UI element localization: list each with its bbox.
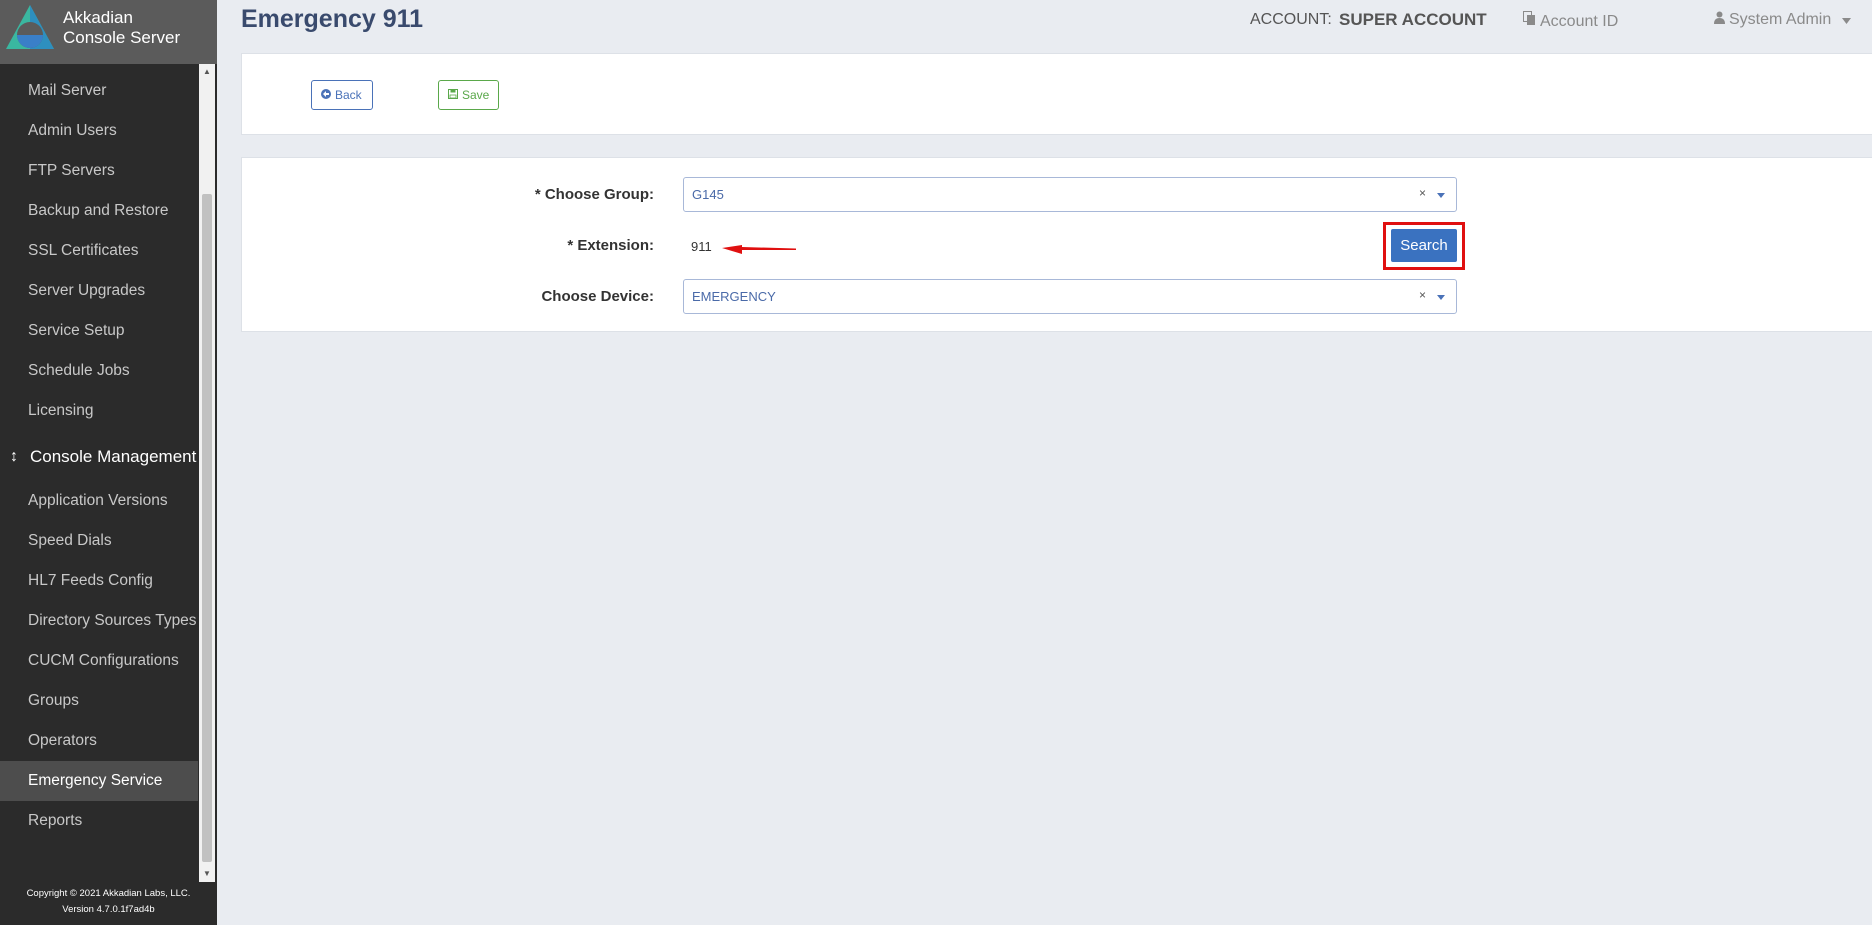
sidebar-item-application-versions[interactable]: Application Versions (0, 481, 198, 521)
choose-device-value: EMERGENCY (692, 289, 776, 304)
copyright-text: Copyright © 2021 Akkadian Labs, LLC. (26, 888, 191, 899)
chevron-down-icon[interactable] (1437, 295, 1445, 300)
user-name: System Admin (1729, 11, 1832, 28)
sidebar-item-cucm-configurations[interactable]: CUCM Configurations (0, 641, 198, 681)
account-value: SUPER ACCOUNT (1339, 10, 1487, 29)
scroll-up-icon[interactable]: ▲ (199, 64, 215, 80)
sidebar-item-reports[interactable]: Reports (0, 801, 198, 841)
sidebar-item-mail-server[interactable]: Mail Server (0, 71, 198, 111)
chevron-down-icon[interactable] (1437, 193, 1445, 198)
choose-device-select[interactable]: EMERGENCY × (683, 279, 1457, 314)
sidebar-item-groups[interactable]: Groups (0, 681, 198, 721)
sidebar-item-ftp-servers[interactable]: FTP Servers (0, 151, 198, 191)
sidebar-item-admin-users[interactable]: Admin Users (0, 111, 198, 151)
sidebar-item-operators[interactable]: Operators (0, 721, 198, 761)
sidebar-item-ssl-certificates[interactable]: SSL Certificates (0, 231, 198, 271)
save-button[interactable]: Save (438, 80, 499, 110)
sidebar-item-hl7-feeds-config[interactable]: HL7 Feeds Config (0, 561, 198, 601)
expand-vertical-icon: ↕ (10, 448, 18, 465)
sidebar-item-licensing[interactable]: Licensing (0, 391, 198, 431)
akkadian-logo-icon (6, 5, 54, 49)
user-menu[interactable]: System Admin (1714, 11, 1855, 29)
sidebar-section-console-management[interactable]: ↕ Console Management (0, 437, 198, 477)
floppy-disk-icon (448, 81, 458, 109)
copyright-footer: Copyright © 2021 Akkadian Labs, LLC. Ver… (0, 886, 217, 918)
caret-down-icon (1841, 11, 1851, 29)
app-name-line1: Akkadian (63, 8, 133, 27)
account-label: ACCOUNT: (1250, 11, 1332, 28)
clear-device-icon[interactable]: × (1419, 288, 1426, 302)
extension-label: * Extension: (567, 237, 654, 254)
sidebar: Akkadian Console Server Mail Server Admi… (0, 0, 217, 925)
choose-group-value: G145 (692, 187, 724, 202)
sidebar-item-schedule-jobs[interactable]: Schedule Jobs (0, 351, 198, 391)
page-title: Emergency 911 (241, 5, 424, 33)
version-text: Version 4.7.0.1f7ad4b (62, 904, 155, 915)
sidebar-item-speed-dials[interactable]: Speed Dials (0, 521, 198, 561)
scrollbar-thumb[interactable] (202, 194, 212, 862)
sidebar-item-service-setup[interactable]: Service Setup (0, 311, 198, 351)
search-button[interactable]: Search (1391, 229, 1457, 262)
search-highlight: Search (1383, 222, 1465, 270)
toolbar-panel: Back Save (241, 53, 1872, 135)
user-icon (1714, 11, 1725, 29)
back-label: Back (335, 88, 362, 102)
clear-group-icon[interactable]: × (1419, 186, 1426, 200)
sidebar-item-server-upgrades[interactable]: Server Upgrades (0, 271, 198, 311)
sidebar-item-directory-sources-types[interactable]: Directory Sources Types (0, 601, 198, 641)
sidebar-section-label: Console Management (30, 447, 197, 466)
brand-header[interactable]: Akkadian Console Server (0, 0, 217, 64)
choose-device-label: Choose Device: (541, 288, 654, 305)
back-button[interactable]: Back (311, 80, 373, 110)
arrow-circle-left-icon (321, 81, 331, 109)
sidebar-item-emergency-service[interactable]: Emergency Service (0, 761, 198, 801)
choose-group-label: * Choose Group: (534, 186, 654, 203)
form-panel: * Choose Group: G145 × * Extension: Choo… (241, 157, 1872, 332)
save-label: Save (462, 88, 490, 102)
account-id-link[interactable]: Account ID (1523, 11, 1618, 31)
account-id-label: Account ID (1540, 13, 1619, 30)
app-name-line2: Console Server (63, 28, 181, 47)
scroll-down-icon[interactable]: ▼ (199, 866, 215, 882)
choose-group-select[interactable]: G145 × (683, 177, 1457, 212)
sidebar-scrollbar[interactable]: ▲ ▼ (199, 64, 215, 882)
annotation-arrow-icon (722, 245, 796, 254)
copy-icon (1523, 11, 1536, 31)
sidebar-item-backup-restore[interactable]: Backup and Restore (0, 191, 198, 231)
